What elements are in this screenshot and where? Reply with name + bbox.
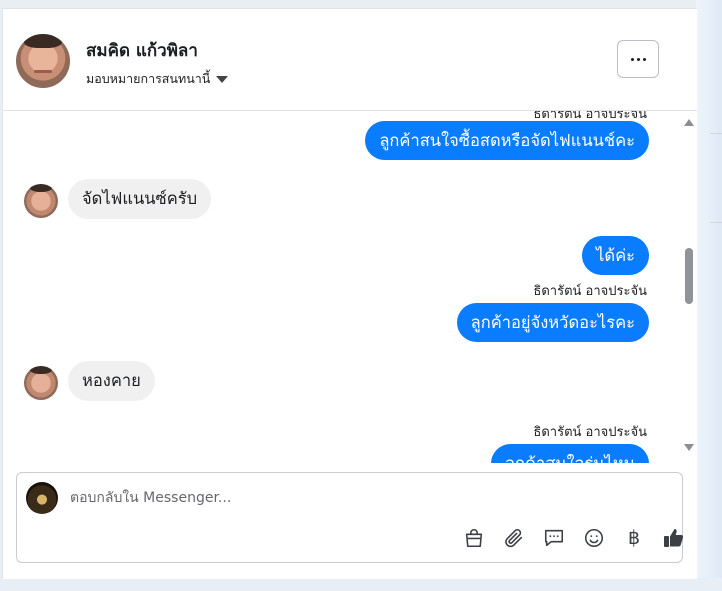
assign-label: มอบหมายการสนทนานี้ [86,71,211,86]
conversation-header: สมคิด แก้วพิลา มอบหมายการสนทนานี้ [3,9,697,111]
scroll-up-arrow-icon[interactable] [684,119,694,126]
conversation-panel: สมคิด แก้วพิลา มอบหมายการสนทนานี้ ธิดารั… [2,8,697,579]
paperclip-icon[interactable] [501,525,527,551]
reply-input[interactable] [70,487,630,509]
sender-name: ธิดารัตน์ อาจประจัน [533,425,647,440]
message-thread[interactable]: ธิดารัตน์ อาจประจัน ลูกค้าสนใจซื้อสดหรือ… [3,111,697,463]
sender-name: ธิดารัตน์ อาจประจัน [533,284,647,299]
caret-down-icon [216,75,229,83]
outgoing-message[interactable]: ลูกค้าสนใจรุ่นไหน [490,444,649,463]
reply-composer: ฿ [16,472,684,563]
thumbs-up-icon[interactable] [661,525,687,551]
assign-conversation-dropdown[interactable]: มอบหมายการสนทนานี้ [86,69,229,89]
background-strip [0,578,722,591]
outgoing-message[interactable]: ได้ค่ะ [582,236,649,275]
scrollbar-thumb[interactable] [685,248,693,304]
scroll-down-arrow-icon[interactable] [684,444,694,451]
contact-avatar-small[interactable] [24,184,58,218]
emoji-icon[interactable] [581,525,607,551]
contact-avatar[interactable] [16,34,70,88]
background-strip [696,0,722,591]
dot [636,57,640,61]
divider [710,133,722,134]
outgoing-message[interactable]: ลูกค้าอยู่จังหวัดอะไรคะ [456,303,649,342]
more-options-button[interactable] [617,40,659,78]
incoming-message[interactable]: จัดไฟแนนซ์ครับ [68,179,212,219]
incoming-message[interactable]: หองคาย [68,361,155,401]
baht-icon[interactable]: ฿ [621,525,647,551]
page-avatar [26,482,58,514]
contact-name[interactable]: สมคิด แก้วพิลา [86,37,198,64]
outgoing-message[interactable]: ลูกค้าสนใจซื้อสดหรือจัดไฟแนนช์คะ [365,121,649,160]
dot [642,57,646,61]
dot [630,57,634,61]
composer-toolbar: ฿ [447,525,687,551]
chat-reply-icon[interactable] [541,525,567,551]
contact-avatar-small[interactable] [24,366,58,400]
baht-symbol: ฿ [627,527,641,549]
divider [710,222,722,223]
shopping-bag-icon[interactable] [461,525,487,551]
